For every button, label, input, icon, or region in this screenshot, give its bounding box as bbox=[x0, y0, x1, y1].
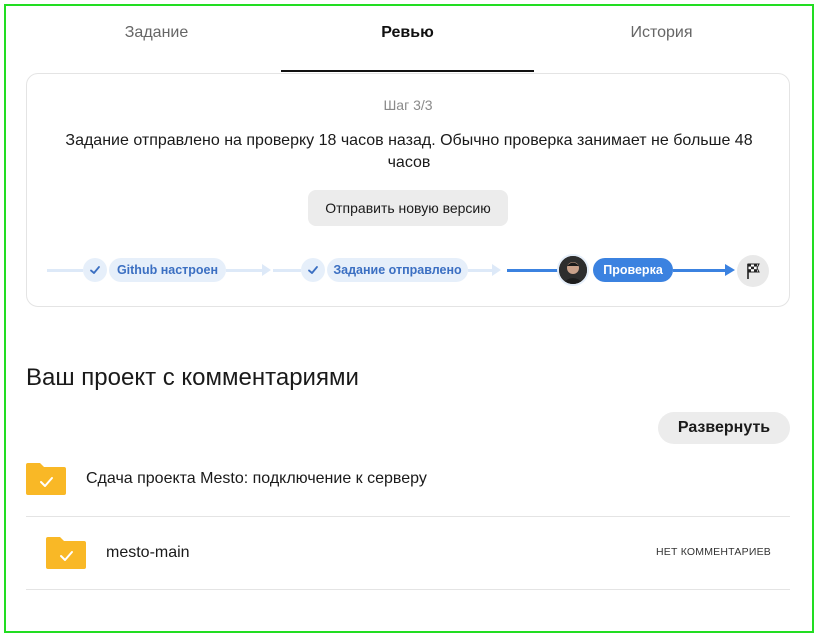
arrow-icon bbox=[262, 264, 271, 276]
expand-button[interactable]: Развернуть bbox=[658, 412, 790, 444]
divider bbox=[26, 589, 790, 590]
check-icon bbox=[83, 258, 107, 282]
reviewer-avatar bbox=[557, 254, 589, 286]
arrow-icon bbox=[725, 264, 735, 276]
send-new-version-button[interactable]: Отправить новую версию bbox=[308, 190, 508, 226]
review-message: Задание отправлено на проверку 18 часов … bbox=[65, 132, 753, 171]
progress-step-review: Проверка bbox=[593, 258, 673, 282]
finish-flag-icon bbox=[737, 255, 769, 287]
tab-task[interactable]: Задание bbox=[30, 14, 283, 74]
tab-history[interactable]: История bbox=[535, 14, 788, 74]
section-title: Ваш проект с комментариями bbox=[26, 364, 359, 391]
progress-line bbox=[226, 269, 262, 272]
tab-review[interactable]: Ревью bbox=[281, 14, 534, 74]
progress-step-github: Github настроен bbox=[109, 258, 226, 282]
progress-line-active bbox=[673, 269, 725, 272]
arrow-icon bbox=[492, 264, 501, 276]
progress-line bbox=[47, 269, 83, 272]
progress-step-submitted: Задание отправлено bbox=[327, 258, 468, 282]
step-counter: Шаг 3/3 bbox=[383, 97, 433, 113]
root-folder-name[interactable]: Сдача проекта Mesto: подключение к серве… bbox=[86, 470, 427, 488]
folder-icon[interactable] bbox=[26, 463, 66, 495]
divider bbox=[26, 516, 790, 517]
comments-status: НЕТ КОММЕНТАРИЕВ bbox=[656, 546, 771, 558]
tab-bar: Задание Ревью История bbox=[30, 14, 790, 74]
subfolder-name[interactable]: mesto-main bbox=[106, 544, 190, 562]
progress-line bbox=[273, 269, 301, 272]
progress-track: Github настроен Задание отправлено Прове… bbox=[27, 244, 789, 294]
progress-line-active bbox=[507, 269, 559, 272]
check-icon bbox=[301, 258, 325, 282]
active-tab-indicator bbox=[281, 70, 534, 72]
folder-icon[interactable] bbox=[46, 537, 86, 569]
review-status-card: Шаг 3/3 Задание отправлено на проверку 1… bbox=[26, 73, 790, 307]
progress-line bbox=[468, 269, 492, 272]
